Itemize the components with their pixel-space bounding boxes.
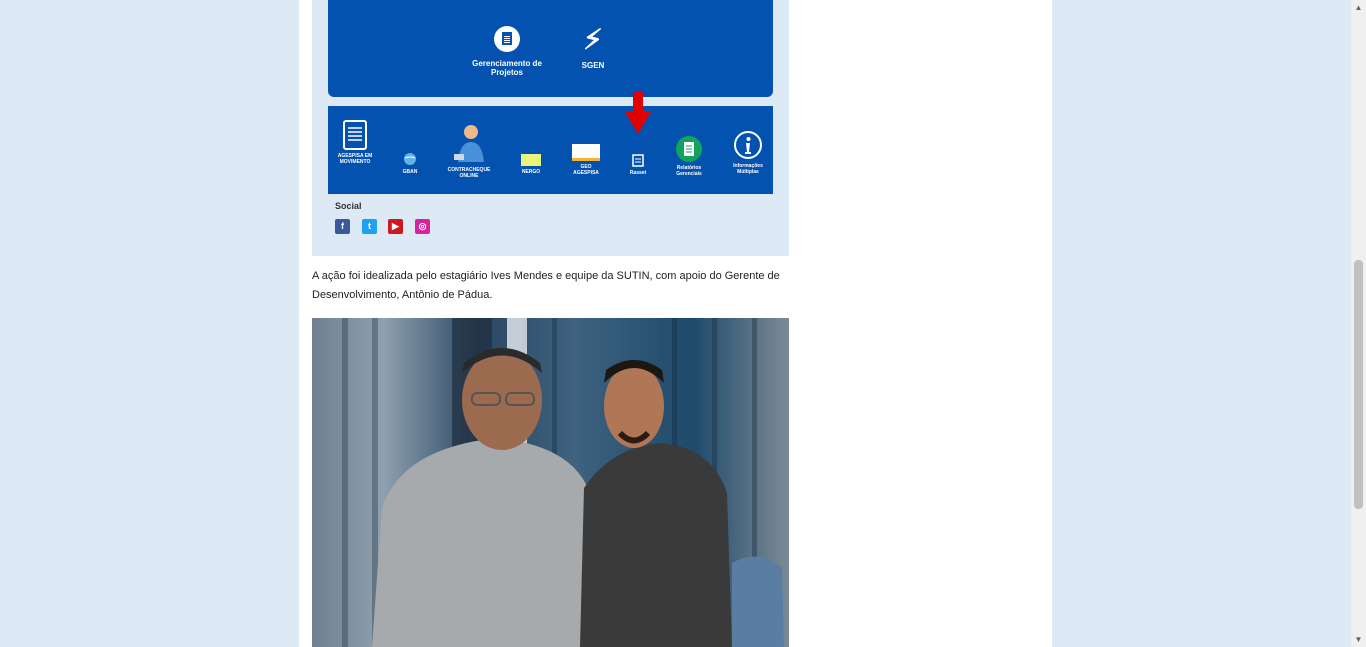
bottom-item-label: GBAN <box>402 169 418 175</box>
geo-logo-icon <box>572 144 600 161</box>
scroll-up-icon[interactable]: ▲ <box>1351 0 1366 15</box>
caption-line-2: Desenvolvimento, Antônio de Pádua. <box>312 289 493 301</box>
contracheque-item: CONTRACHEQUE ONLINE <box>444 124 494 179</box>
nergo-item: NERGO <box>518 154 544 175</box>
informacoes-item: Informações Múltiplas <box>728 130 768 175</box>
lightning-icon: ⚡︎ <box>583 24 603 55</box>
document-list-icon <box>343 120 367 150</box>
gerenciamento-projetos-item: Gerenciamento de Projetos <box>472 26 542 77</box>
gban-item: GBAN <box>396 152 424 175</box>
agespisa-movimento-item: AGESPISA EM MOVIMENTO <box>334 120 376 165</box>
article-caption: A ação foi idealizada pelo estagiário Iv… <box>312 267 792 305</box>
bottom-item-label: Relatórios Gerenciais <box>676 165 702 177</box>
scrollbar-thumb[interactable] <box>1354 260 1363 509</box>
systems-panel-top: Gerenciamento de Projetos ⚡︎ SGEN <box>328 0 773 97</box>
embedded-screenshot-image: Gerenciamento de Projetos ⚡︎ SGEN AGESPI… <box>312 0 789 256</box>
geo-agespisa-item: GEO AGESPISA <box>570 144 602 176</box>
twitter-icon: t <box>362 219 377 234</box>
photo-people-image <box>342 318 784 647</box>
relatorios-item: Relatórios Gerenciais <box>670 136 708 177</box>
systems-panel-bottom: AGESPISA EM MOVIMENTO GBAN CONTRACHEQUE … <box>328 106 773 194</box>
rasset-item: Rasset <box>626 154 650 176</box>
youtube-icon: ▶ <box>388 219 403 234</box>
facebook-icon: f <box>335 219 350 234</box>
bottom-item-label: GEO AGESPISA <box>573 164 599 176</box>
scroll-down-icon[interactable]: ▼ <box>1351 632 1366 647</box>
top-item-label: SGEN <box>581 61 605 70</box>
person-icon <box>454 125 484 162</box>
caption-line-1: A ação foi idealizada pelo estagiário Iv… <box>312 270 780 282</box>
article-photo <box>312 318 789 647</box>
red-arrow-icon <box>625 92 651 134</box>
article-page: Gerenciamento de Projetos ⚡︎ SGEN AGESPI… <box>299 0 1052 647</box>
bottom-item-label: AGESPISA EM MOVIMENTO <box>337 153 373 165</box>
bottom-item-label: CONTRACHEQUE ONLINE <box>447 167 491 179</box>
globe-icon <box>404 153 416 165</box>
top-item-label: Gerenciamento de Projetos <box>472 59 542 77</box>
bottom-item-label: Informações Múltiplas <box>733 163 763 175</box>
sgen-item: ⚡︎ SGEN <box>573 24 613 71</box>
document-icon <box>494 26 520 52</box>
nergo-logo-icon <box>521 154 541 166</box>
social-title: Social <box>335 201 362 211</box>
report-icon <box>676 136 702 162</box>
bottom-item-label: Rasset <box>629 170 647 176</box>
instagram-icon: ◎ <box>415 219 430 234</box>
bottom-item-label: NERGO <box>521 169 541 175</box>
small-doc-icon <box>632 154 644 167</box>
info-icon <box>734 131 762 159</box>
